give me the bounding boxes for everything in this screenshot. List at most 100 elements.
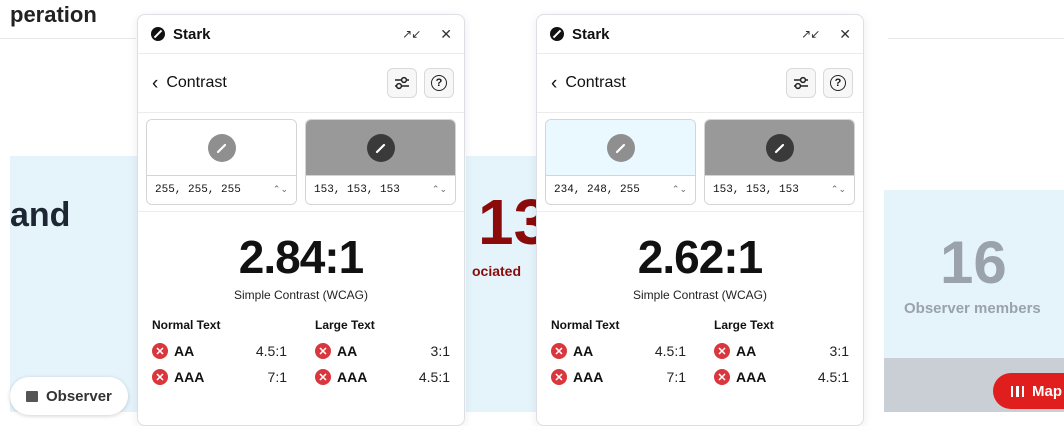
stepper-icon[interactable]: ⌃⌄ [831,185,846,195]
fail-x-icon: ✕ [551,369,567,385]
stark-header: Stark ↗↙ ✕ [537,15,863,54]
fail-x-icon: ✕ [315,369,331,385]
result-row: ✕ AA 3:1 [315,338,450,364]
foreground-swatch[interactable]: 234, 248, 255 ⌃⌄ [545,119,696,205]
observer-count: 16 [940,229,1007,296]
settings-button[interactable] [786,68,816,98]
nav-title: Contrast [565,74,626,91]
comment-icon [26,390,38,402]
foreground-color [546,120,695,175]
background-red-caption: ociated [472,263,522,279]
stark-logo-icon [550,27,564,41]
map-button[interactable]: Map [993,373,1064,409]
normal-text-results: Normal Text ✕ AA 4.5:1 ✕ AAA 7:1 [152,318,287,390]
eyedropper-icon[interactable] [207,133,236,162]
observer-chip[interactable]: Observer [10,377,128,415]
wcag-results: Normal Text ✕ AA 4.5:1 ✕ AAA 7:1 Large T… [537,318,863,390]
normal-text-results: Normal Text ✕ AA 4.5:1 ✕ AAA 7:1 [551,318,686,390]
back-chevron-icon[interactable]: ‹ [152,74,158,93]
stark-header: Stark ↗↙ ✕ [138,15,464,54]
stepper-icon[interactable]: ⌃⌄ [672,185,687,195]
stark-panel: Stark ↗↙ ✕ ‹ Contrast ? 255, 255, 255 ⌃⌄ [137,14,465,426]
eyedropper-icon[interactable] [765,133,794,162]
background-value: 153, 153, 153 [314,184,400,196]
nav-row: ‹ Contrast ? [138,54,464,113]
close-icon[interactable]: ✕ [440,27,452,41]
sliders-icon [794,76,808,90]
foreground-value: 234, 248, 255 [554,184,640,196]
foreground-color [147,120,296,175]
background-value: 153, 153, 153 [713,184,799,196]
stark-title: Stark [572,25,610,43]
normal-text-heading: Normal Text [551,318,620,332]
back-chevron-icon[interactable]: ‹ [551,74,557,93]
observer-chip-label: Observer [46,387,112,405]
foreground-value-input[interactable]: 255, 255, 255 ⌃⌄ [147,175,296,204]
background-heading: and [10,196,71,234]
contrast-ratio: 2.84:1 [238,231,364,283]
contrast-ratio-label: Simple Contrast (WCAG) [233,288,369,302]
help-icon: ? [830,75,846,91]
result-row: ✕ AAA 7:1 [551,364,686,390]
required-ratio: 4.5:1 [255,343,287,359]
required-ratio: 4.5:1 [817,369,849,385]
required-ratio: 4.5:1 [654,343,686,359]
contrast-ratio: 2.62:1 [637,231,763,283]
sliders-icon [395,76,409,90]
normal-text-heading: Normal Text [152,318,221,332]
map-button-label: Map [1032,382,1062,400]
nav-title: Contrast [166,74,227,91]
collapse-icon[interactable]: ↗↙ [402,28,421,40]
large-text-results: Large Text ✕ AA 3:1 ✕ AAA 4.5:1 [714,318,849,390]
help-icon: ? [431,75,447,91]
help-button[interactable]: ? [823,68,853,98]
background-swatch[interactable]: 153, 153, 153 ⌃⌄ [704,119,855,205]
settings-button[interactable] [387,68,417,98]
background-divider [888,38,1064,39]
required-ratio: 7:1 [666,369,686,385]
foreground-value-input[interactable]: 234, 248, 255 ⌃⌄ [546,175,695,204]
large-text-results: Large Text ✕ AA 3:1 ✕ AAA 4.5:1 [315,318,450,390]
eyedropper-icon[interactable] [606,133,635,162]
level-label: AAA [573,369,604,385]
wcag-results: Normal Text ✕ AA 4.5:1 ✕ AAA 7:1 Large T… [138,318,464,390]
level-label: AA [174,343,195,359]
color-swatches: 234, 248, 255 ⌃⌄ 153, 153, 153 ⌃⌄ [537,113,863,212]
background-swatch[interactable]: 153, 153, 153 ⌃⌄ [305,119,456,205]
help-button[interactable]: ? [424,68,454,98]
level-label: AAA [337,369,368,385]
collapse-icon[interactable]: ↗↙ [801,28,820,40]
result-row: ✕ AA 3:1 [714,338,849,364]
foreground-swatch[interactable]: 255, 255, 255 ⌃⌄ [146,119,297,205]
background-page-title: peration [10,2,97,27]
level-label: AAA [736,369,767,385]
observer-caption: Observer members [904,300,1041,317]
required-ratio: 4.5:1 [418,369,450,385]
fail-x-icon: ✕ [152,369,168,385]
required-ratio: 7:1 [267,369,287,385]
required-ratio: 3:1 [430,343,450,359]
map-icon [1011,385,1024,397]
fail-x-icon: ✕ [714,369,730,385]
large-text-heading: Large Text [714,318,774,332]
close-icon[interactable]: ✕ [839,27,851,41]
fail-x-icon: ✕ [315,343,331,359]
large-text-heading: Large Text [315,318,375,332]
background-panel [10,156,138,412]
result-row: ✕ AAA 4.5:1 [714,364,849,390]
eyedropper-icon[interactable] [366,133,395,162]
result-row: ✕ AA 4.5:1 [152,338,287,364]
background-value-input[interactable]: 153, 153, 153 ⌃⌄ [306,175,455,204]
stepper-icon[interactable]: ⌃⌄ [273,185,288,195]
stepper-icon[interactable]: ⌃⌄ [432,185,447,195]
stark-panel: Stark ↗↙ ✕ ‹ Contrast ? 234, 248, 255 ⌃⌄ [536,14,864,426]
level-label: AA [736,343,757,359]
level-label: AAA [174,369,205,385]
required-ratio: 3:1 [829,343,849,359]
stark-title: Stark [173,25,211,43]
stark-logo-icon [151,27,165,41]
fail-x-icon: ✕ [551,343,567,359]
background-value-input[interactable]: 153, 153, 153 ⌃⌄ [705,175,854,204]
background-color [306,120,455,175]
nav-row: ‹ Contrast ? [537,54,863,113]
